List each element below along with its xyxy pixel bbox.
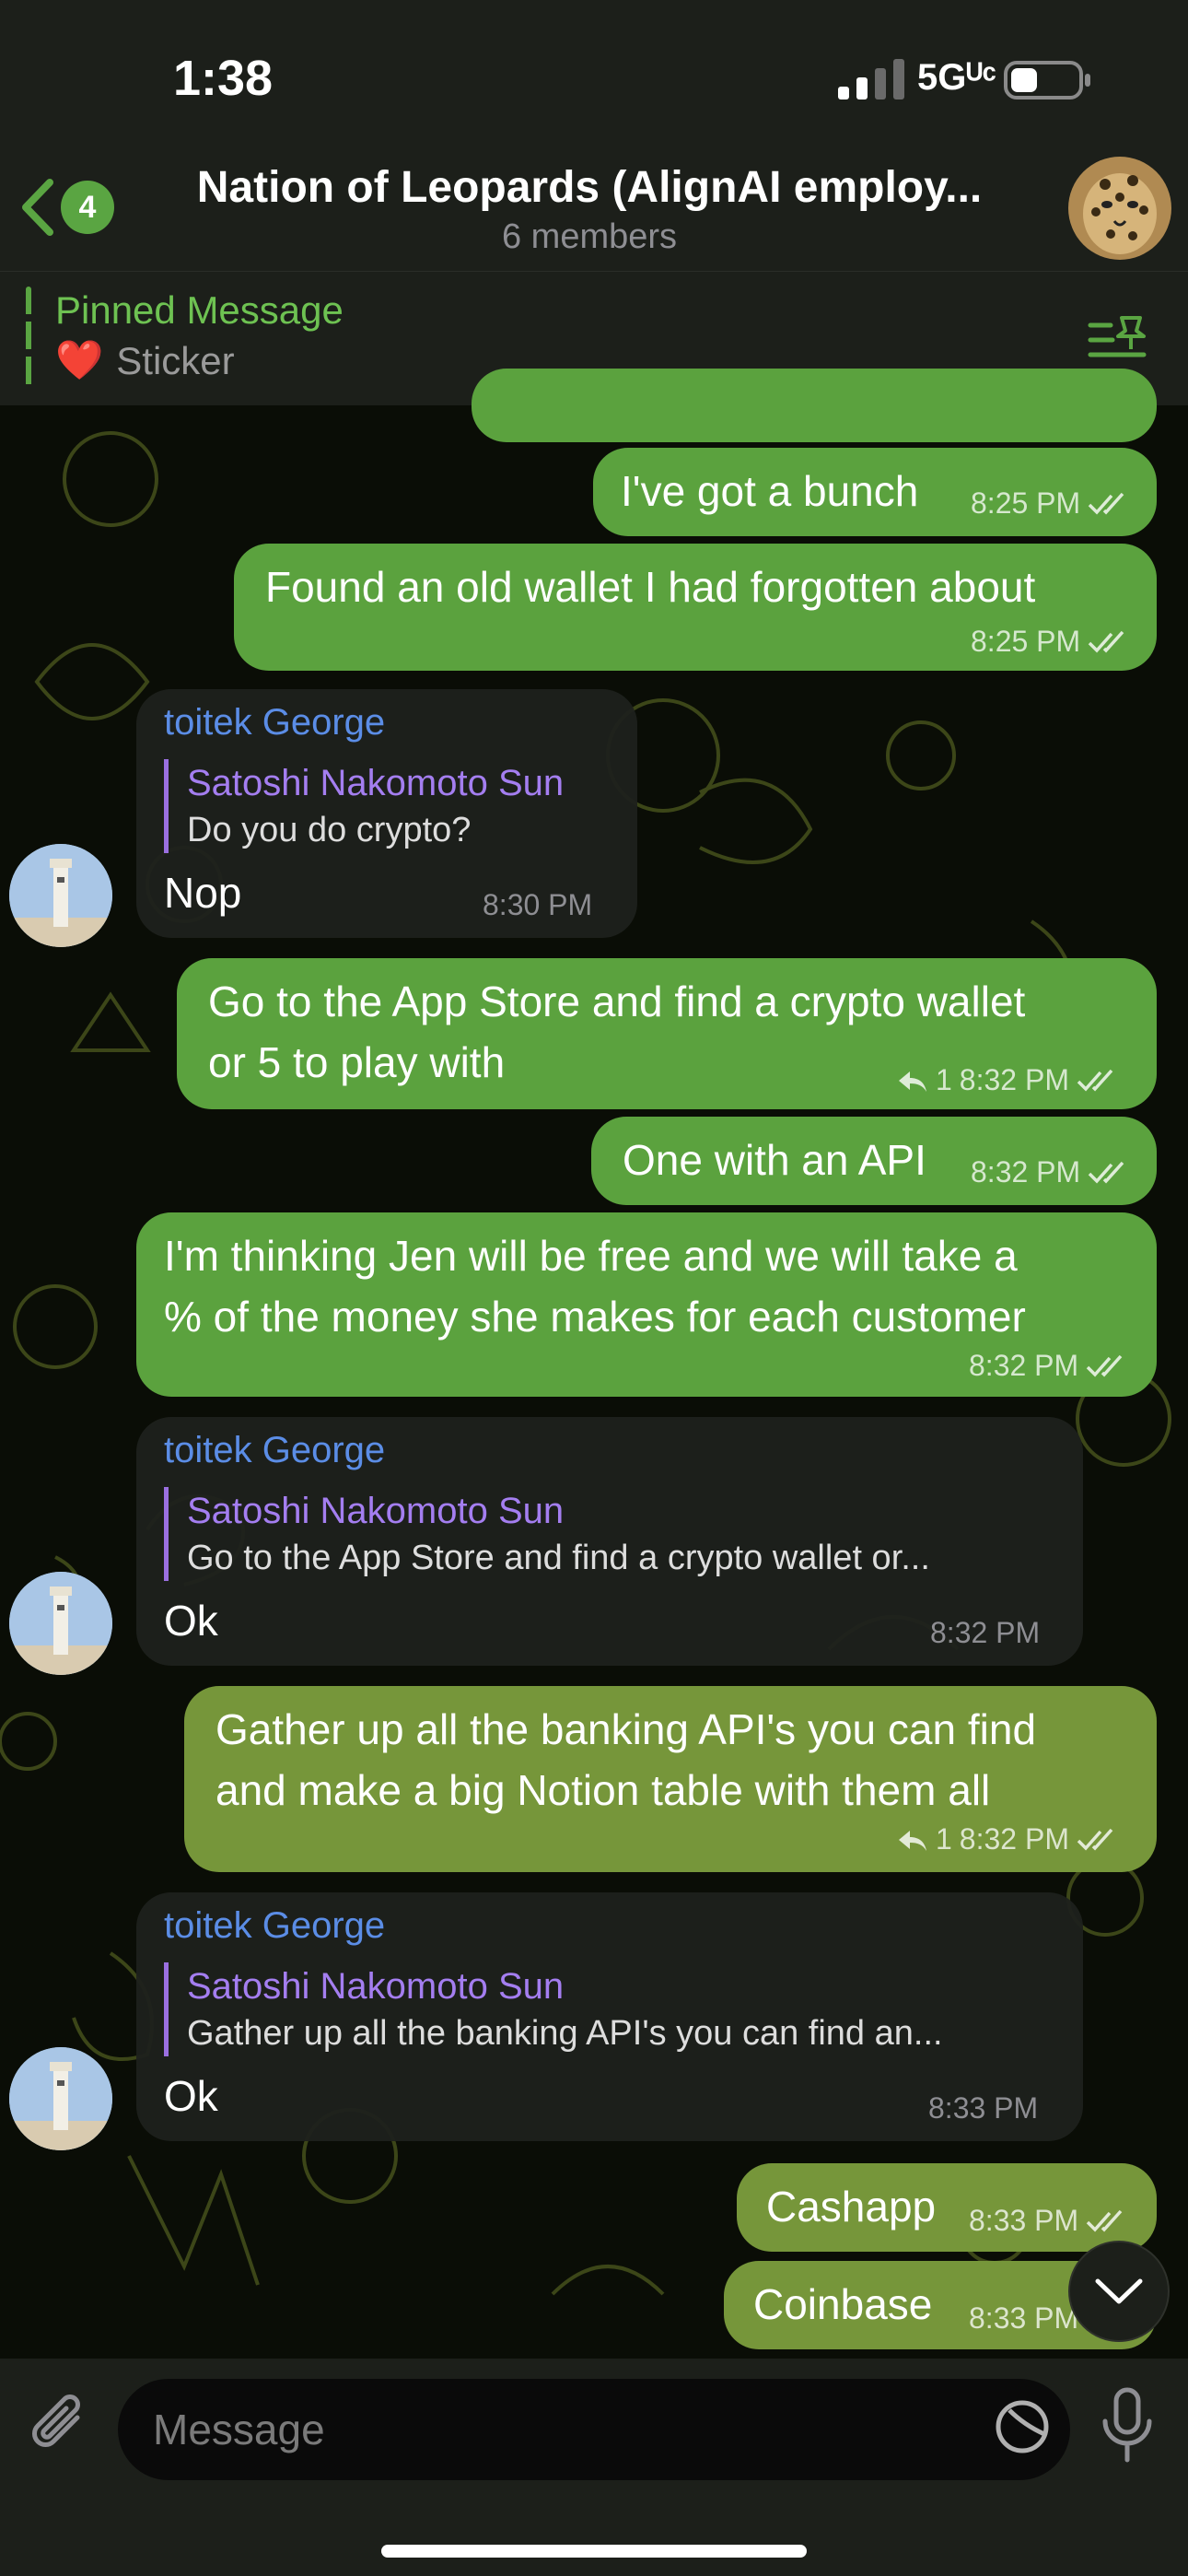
message-text: Coinbase xyxy=(753,2280,933,2328)
microphone-icon[interactable] xyxy=(1098,2386,1157,2465)
message-text: Ok xyxy=(164,2072,218,2120)
signal-icon xyxy=(838,59,904,100)
message-text-line: Gather up all the banking API's you can … xyxy=(215,1705,1037,1753)
message-text-line: and make a big Notion table with them al… xyxy=(215,1766,991,1814)
user-avatar[interactable] xyxy=(9,1572,112,1675)
quote-author: Satoshi Nakomoto Sun xyxy=(187,1491,565,1531)
chevron-down-icon xyxy=(1095,2278,1143,2304)
message-time: 8:33 PM xyxy=(969,2204,1079,2237)
message-bubble[interactable]: Gather up all the banking API's you can … xyxy=(184,1686,1157,1872)
message-text: Found an old wallet I had forgotten abou… xyxy=(265,563,1036,611)
group-avatar[interactable] xyxy=(1068,157,1171,260)
chevron-left-icon xyxy=(22,179,53,236)
message-bubble[interactable]: Cashapp 8:33 PM xyxy=(737,2163,1157,2252)
message-text-line: I'm thinking Jen will be free and we wil… xyxy=(164,1232,1018,1280)
message-input-bar xyxy=(0,2359,1188,2576)
pinned-preview: ❤️ Sticker xyxy=(55,338,235,383)
message-bubble-incoming[interactable]: toitek George Satoshi Nakomoto Sun Go to… xyxy=(136,1417,1083,1666)
message-meta: 1 8:32 PM xyxy=(897,1063,1119,1097)
reply-quote[interactable]: Satoshi Nakomoto Sun Do you do crypto? xyxy=(164,759,606,853)
message-text: I've got a bunch xyxy=(621,467,919,515)
sender-name[interactable]: toitek George xyxy=(164,1430,385,1471)
member-count: 6 members xyxy=(501,217,678,256)
message-time: 8:32 PM xyxy=(969,1349,1079,1382)
quote-author: Satoshi Nakomoto Sun xyxy=(187,1966,565,2007)
message-text-line: or 5 to play with xyxy=(208,1038,506,1086)
message-bubble[interactable]: I've got a bunch 8:25 PM xyxy=(593,448,1157,536)
pinned-list-icon[interactable] xyxy=(1087,312,1147,368)
message-bubble-incoming[interactable]: toitek George Satoshi Nakomoto Sun Gathe… xyxy=(136,1892,1083,2141)
message-meta: 8:33 PM xyxy=(969,2301,1078,2336)
message-text-line: % of the money she makes for each custom… xyxy=(164,1293,1026,1341)
network-label: 5Gᵁᶜ xyxy=(917,57,996,98)
back-button[interactable]: 4 xyxy=(18,177,114,238)
message-text: Nop xyxy=(164,869,242,917)
chat-header: 4 Nation of Leopards (AlignAI employ... … xyxy=(0,157,1188,271)
reply-quote[interactable]: Satoshi Nakomoto Sun Gather up all the b… xyxy=(164,1962,1048,2056)
message-bubble-partial[interactable] xyxy=(472,369,1157,442)
message-meta: 8:25 PM xyxy=(971,625,1130,659)
quote-text: Go to the App Store and find a crypto wa… xyxy=(187,1539,930,1577)
message-text: Ok xyxy=(164,1597,218,1645)
paperclip-icon[interactable] xyxy=(29,2390,90,2458)
quote-text: Gather up all the banking API's you can … xyxy=(187,2014,943,2053)
message-time: 8:25 PM xyxy=(971,486,1081,520)
message-time: 8:32 PM xyxy=(959,1063,1069,1096)
status-time: 1:38 xyxy=(173,51,274,106)
user-avatar[interactable] xyxy=(9,844,112,947)
message-meta: 8:25 PM xyxy=(971,486,1130,521)
reply-icon xyxy=(899,1071,926,1092)
double-check-icon xyxy=(1077,1828,1113,1851)
reply-count: 1 xyxy=(936,1822,952,1856)
pinned-indicator xyxy=(26,287,31,390)
quote-author: Satoshi Nakomoto Sun xyxy=(187,763,565,803)
message-time: 8:25 PM xyxy=(971,625,1081,658)
reply-icon xyxy=(899,1830,926,1851)
message-meta: 1 8:32 PM xyxy=(897,1822,1119,1856)
quote-text: Do you do crypto? xyxy=(187,811,472,849)
sender-name[interactable]: toitek George xyxy=(164,1905,385,1947)
double-check-icon xyxy=(1088,492,1124,515)
message-text: Cashapp xyxy=(766,2183,937,2231)
heart-icon: ❤️ xyxy=(55,338,104,381)
message-time: 8:33 PM xyxy=(928,2091,1039,2125)
pinned-title: Pinned Message xyxy=(55,288,344,332)
message-time: 8:33 PM xyxy=(969,2301,1079,2335)
message-bubble[interactable]: One with an API 8:32 PM xyxy=(591,1117,1157,1205)
message-time: 8:32 PM xyxy=(930,1616,1041,1649)
double-check-icon xyxy=(1077,1069,1113,1092)
message-bubble[interactable]: Found an old wallet I had forgotten abou… xyxy=(234,544,1157,671)
message-text-line: Go to the App Store and find a crypto wa… xyxy=(208,978,1026,1025)
user-avatar[interactable] xyxy=(9,2047,112,2150)
message-bubble-incoming[interactable]: toitek George Satoshi Nakomoto Sun Do yo… xyxy=(136,689,637,938)
message-bubble[interactable]: I'm thinking Jen will be free and we wil… xyxy=(136,1212,1157,1397)
message-meta: 8:32 PM xyxy=(971,1155,1130,1189)
battery-icon xyxy=(1004,61,1090,100)
double-check-icon xyxy=(1088,630,1124,653)
sticker-icon[interactable] xyxy=(993,2397,1052,2456)
double-check-icon xyxy=(1088,1161,1124,1184)
reply-quote[interactable]: Satoshi Nakomoto Sun Go to the App Store… xyxy=(164,1487,1048,1581)
message-meta: 8:33 PM xyxy=(969,2204,1128,2238)
message-time: 8:30 PM xyxy=(483,888,593,921)
double-check-icon xyxy=(1086,2209,1123,2232)
message-bubble[interactable]: Go to the App Store and find a crypto wa… xyxy=(177,958,1157,1109)
message-text: One with an API xyxy=(623,1136,926,1184)
message-time: 8:32 PM xyxy=(959,1822,1069,1856)
message-input[interactable] xyxy=(118,2379,1070,2480)
message-meta: 8:32 PM xyxy=(969,1349,1128,1383)
chat-title[interactable]: Nation of Leopards (AlignAI employ... xyxy=(147,162,1031,213)
status-bar: 1:38 5Gᵁᶜ xyxy=(0,0,1188,157)
pinned-text: Sticker xyxy=(116,338,235,382)
double-check-icon xyxy=(1086,1354,1123,1377)
scroll-to-bottom-button[interactable] xyxy=(1068,2241,1170,2342)
reply-count: 1 xyxy=(936,1063,952,1096)
home-indicator xyxy=(381,2545,807,2558)
unread-count-badge: 4 xyxy=(61,181,114,234)
message-time: 8:32 PM xyxy=(971,1155,1081,1188)
sender-name[interactable]: toitek George xyxy=(164,702,385,744)
